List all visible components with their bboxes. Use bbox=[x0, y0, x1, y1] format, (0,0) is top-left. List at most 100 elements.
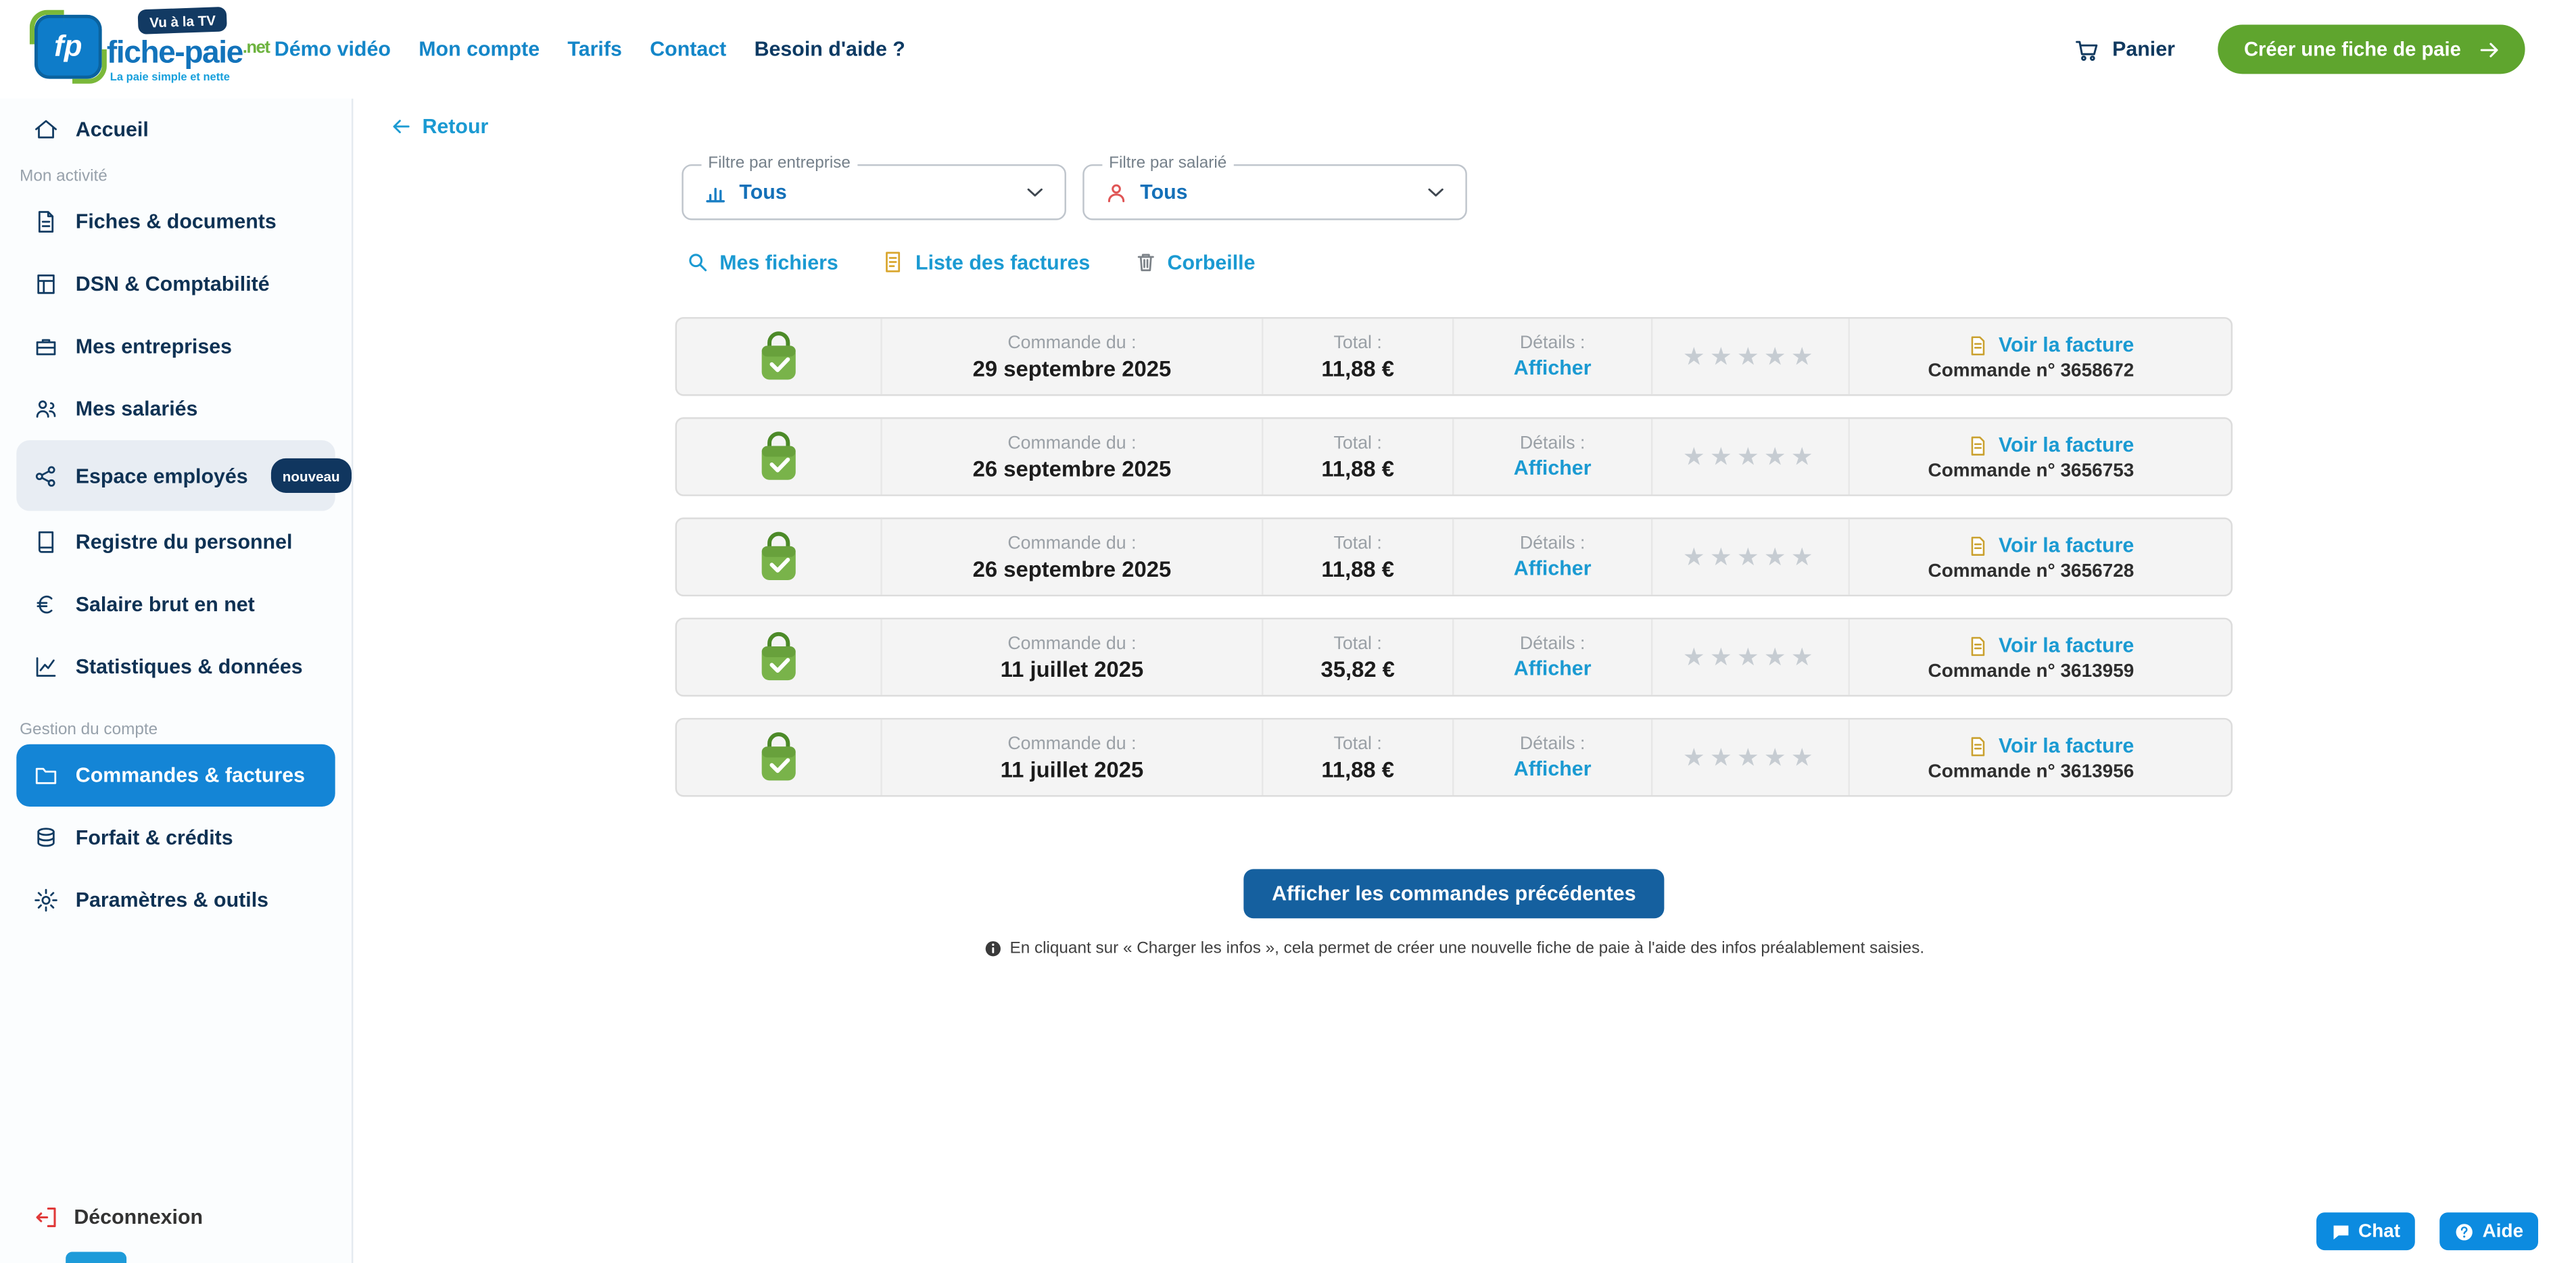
invoice-list-icon bbox=[881, 249, 905, 274]
brand-logo[interactable]: fp Vu à la TV fiche-paie.net La paie sim… bbox=[0, 0, 238, 99]
voir-facture-label: Voir la facture bbox=[1999, 333, 2134, 356]
total-label: Total : bbox=[1334, 533, 1382, 552]
cart-button[interactable]: Panier bbox=[2073, 35, 2175, 63]
voir-facture-label: Voir la facture bbox=[1999, 534, 2134, 557]
sidebar-item-parametres-outils[interactable]: Paramètres & outils bbox=[16, 869, 335, 931]
order-row: Commande du : 26 septembre 2025 Total : … bbox=[675, 517, 2233, 596]
sidebar-item-label: Forfait & crédits bbox=[76, 825, 233, 851]
sidebar-item-salaire-brut-net[interactable]: Salaire brut en net bbox=[16, 573, 335, 636]
trash-icon bbox=[1132, 249, 1157, 274]
logo-initials: fp bbox=[54, 30, 82, 64]
filter-salarie-select[interactable]: Filtre par salarié Tous bbox=[1082, 164, 1467, 220]
voir-facture-link[interactable]: Voir la facture bbox=[1965, 634, 2134, 658]
sidebar-item-fiches-documents[interactable]: Fiches & documents bbox=[16, 191, 335, 253]
sidebar-section-mon-activite: Mon activité bbox=[20, 168, 332, 187]
order-number: Commande n° 3656728 bbox=[1928, 561, 2134, 581]
logout-icon bbox=[33, 1204, 59, 1231]
afficher-link[interactable]: Afficher bbox=[1514, 757, 1592, 780]
order-details-cell: Détails : Afficher bbox=[1454, 519, 1652, 595]
date-value: 11 juillet 2025 bbox=[1001, 657, 1144, 681]
arrow-left-icon bbox=[389, 115, 412, 138]
load-more-button[interactable]: Afficher les commandes précédentes bbox=[1244, 869, 1664, 918]
invoice-icon bbox=[1965, 734, 1988, 758]
sidebar-item-dsn-comptabilite[interactable]: DSN & Comptabilité bbox=[16, 253, 335, 315]
voir-facture-label: Voir la facture bbox=[1999, 634, 2134, 657]
chart-line-icon bbox=[33, 654, 59, 680]
sidebar-item-espace-employes[interactable]: Espace employés nouveau bbox=[16, 440, 335, 510]
sidebar-item-label: Mes entreprises bbox=[76, 333, 232, 360]
sidebar-bottom-button-cutoff[interactable] bbox=[66, 1252, 126, 1263]
info-note: En cliquant sur « Charger les infos », c… bbox=[675, 940, 2233, 958]
people-icon bbox=[33, 396, 59, 423]
orders-table: Commande du : 29 septembre 2025 Total : … bbox=[675, 317, 2233, 818]
nav-contact[interactable]: Contact bbox=[650, 38, 726, 61]
create-payslip-button[interactable]: Créer une fiche de paie bbox=[2218, 24, 2525, 74]
nav-demo-video[interactable]: Démo vidéo bbox=[275, 38, 391, 61]
order-rating-cell: ★★★★★ bbox=[1652, 719, 1850, 795]
star-rating[interactable]: ★★★★★ bbox=[1683, 442, 1818, 472]
order-details-cell: Détails : Afficher bbox=[1454, 318, 1652, 394]
sidebar-item-forfait-credits[interactable]: Forfait & crédits bbox=[16, 807, 335, 869]
filter-salarie-label: Filtre par salarié bbox=[1102, 154, 1233, 172]
star-rating[interactable]: ★★★★★ bbox=[1683, 542, 1818, 572]
shopping-bag-icon bbox=[754, 730, 803, 784]
afficher-link[interactable]: Afficher bbox=[1514, 657, 1592, 680]
order-number-value: 3613956 bbox=[2061, 761, 2134, 781]
voir-facture-link[interactable]: Voir la facture bbox=[1965, 734, 2134, 758]
load-more-wrap: Afficher les commandes précédentes bbox=[675, 869, 2233, 918]
sidebar-item-mes-salaries[interactable]: Mes salariés bbox=[16, 378, 335, 440]
afficher-link[interactable]: Afficher bbox=[1514, 356, 1592, 379]
order-date-cell: Commande du : 11 juillet 2025 bbox=[882, 619, 1264, 695]
chat-button[interactable]: Chat bbox=[2316, 1212, 2415, 1250]
sidebar-item-label: Salaire brut en net bbox=[76, 592, 255, 618]
order-icon-cell bbox=[677, 318, 882, 394]
order-row: Commande du : 11 juillet 2025 Total : 35… bbox=[675, 618, 2233, 697]
order-invoice-cell: Voir la facture Commande n° 3613959 bbox=[1850, 619, 2231, 695]
details-label: Détails : bbox=[1520, 333, 1585, 353]
corbeille-label: Corbeille bbox=[1168, 251, 1256, 274]
order-icon-cell bbox=[677, 719, 882, 795]
nav-tarifs[interactable]: Tarifs bbox=[567, 38, 621, 61]
afficher-link[interactable]: Afficher bbox=[1514, 456, 1592, 479]
order-rating-cell: ★★★★★ bbox=[1652, 519, 1850, 595]
voir-facture-label: Voir la facture bbox=[1999, 433, 2134, 456]
corbeille-link[interactable]: Corbeille bbox=[1132, 249, 1255, 274]
vu-a-la-tv-badge: Vu à la TV bbox=[138, 7, 228, 34]
logout-button[interactable]: Déconnexion bbox=[33, 1204, 203, 1231]
details-label: Détails : bbox=[1520, 634, 1585, 654]
total-value: 35,82 € bbox=[1320, 657, 1394, 681]
star-rating[interactable]: ★★★★★ bbox=[1683, 341, 1818, 371]
filter-entreprise-select[interactable]: Filtre par entreprise Tous bbox=[682, 164, 1066, 220]
sidebar-item-statistiques[interactable]: Statistiques & données bbox=[16, 636, 335, 698]
order-number: Commande n° 3613959 bbox=[1928, 661, 2134, 681]
sidebar-item-commandes-factures[interactable]: Commandes & factures bbox=[16, 744, 335, 807]
shopping-bag-icon bbox=[754, 530, 803, 584]
help-button[interactable]: Aide bbox=[2439, 1212, 2538, 1250]
star-rating[interactable]: ★★★★★ bbox=[1683, 642, 1818, 672]
date-value: 11 juillet 2025 bbox=[1001, 757, 1144, 781]
voir-facture-link[interactable]: Voir la facture bbox=[1965, 333, 2134, 357]
date-label: Commande du : bbox=[1007, 333, 1136, 352]
afficher-link[interactable]: Afficher bbox=[1514, 557, 1592, 580]
info-icon bbox=[984, 940, 1002, 958]
brand-tagline: La paie simple et nette bbox=[110, 72, 230, 84]
order-total-cell: Total : 35,82 € bbox=[1264, 619, 1454, 695]
date-label: Commande du : bbox=[1007, 533, 1136, 552]
order-icon-cell bbox=[677, 419, 882, 495]
sidebar-item-mes-entreprises[interactable]: Mes entreprises bbox=[16, 316, 335, 378]
voir-facture-link[interactable]: Voir la facture bbox=[1965, 533, 2134, 557]
star-rating[interactable]: ★★★★★ bbox=[1683, 742, 1818, 772]
sidebar-item-registre-personnel[interactable]: Registre du personnel bbox=[16, 511, 335, 573]
sidebar-item-accueil[interactable]: Accueil bbox=[16, 105, 335, 155]
search-icon bbox=[685, 249, 709, 274]
folder-icon bbox=[33, 762, 59, 788]
voir-facture-link[interactable]: Voir la facture bbox=[1965, 433, 2134, 457]
back-button[interactable]: Retour bbox=[389, 115, 488, 138]
liste-factures-link[interactable]: Liste des factures bbox=[881, 249, 1090, 274]
sidebar-item-label: Accueil bbox=[76, 117, 149, 143]
mes-fichiers-link[interactable]: Mes fichiers bbox=[685, 249, 838, 274]
nav-mon-compte[interactable]: Mon compte bbox=[419, 38, 540, 61]
nav-besoin-aide[interactable]: Besoin d'aide ? bbox=[755, 38, 905, 61]
sidebar: Accueil Mon activité Fiches & documents … bbox=[0, 99, 353, 1263]
cart-icon bbox=[2073, 35, 2101, 63]
